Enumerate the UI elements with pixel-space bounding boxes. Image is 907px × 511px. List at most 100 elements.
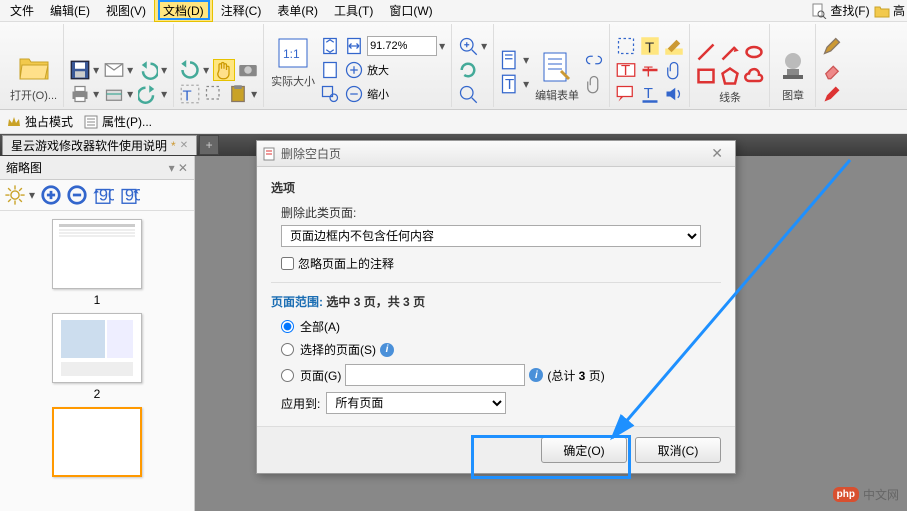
pencil-red-button[interactable] xyxy=(821,83,843,105)
link-button[interactable] xyxy=(583,49,605,71)
sound-button[interactable] xyxy=(663,83,685,105)
redo-dropdown[interactable]: ▾ xyxy=(161,87,169,101)
save-button[interactable] xyxy=(69,59,91,81)
menu-comments[interactable]: 注释(C) xyxy=(213,0,270,21)
select-button[interactable] xyxy=(203,83,225,105)
edit-form-button[interactable]: 编辑表单 xyxy=(533,49,581,105)
rect-button[interactable] xyxy=(695,65,717,87)
attach-file-button[interactable] xyxy=(663,59,685,81)
zoom-area-button[interactable] xyxy=(319,83,341,105)
undo-button[interactable] xyxy=(137,59,159,81)
actual-size-button[interactable]: 1:1 实际大小 xyxy=(269,35,317,91)
cloud-button[interactable] xyxy=(743,65,765,87)
menu-window[interactable]: 窗口(W) xyxy=(381,0,440,21)
eraser-button[interactable] xyxy=(821,59,843,81)
thumb-zoom-in-button[interactable] xyxy=(39,183,63,207)
ok-button[interactable]: 确定(O) xyxy=(541,437,627,463)
print-dropdown[interactable]: ▾ xyxy=(93,87,101,101)
menu-view[interactable]: 视图(V) xyxy=(98,0,154,21)
radio-all[interactable] xyxy=(281,320,294,333)
clipboard-button[interactable] xyxy=(227,83,249,105)
document-tab[interactable]: 星云游戏修改器软件使用说明 * ✕ xyxy=(2,135,197,155)
redo-button[interactable] xyxy=(137,83,159,105)
polygon-button[interactable] xyxy=(719,65,741,87)
add-tab-button[interactable]: + xyxy=(199,135,219,155)
menu-file[interactable]: 文件 xyxy=(2,0,42,21)
textbox-button[interactable]: T xyxy=(615,59,637,81)
thumb-options-button[interactable] xyxy=(3,183,27,207)
stamp-button[interactable]: 图章 xyxy=(775,49,811,105)
rotate-icon xyxy=(180,60,200,80)
thumbnail-page-1[interactable]: 1 xyxy=(42,219,152,307)
menu-document[interactable]: 文档(D) xyxy=(154,0,213,22)
save-dropdown[interactable]: ▾ xyxy=(93,63,101,77)
eraser-icon xyxy=(822,60,842,80)
apply-to-select[interactable]: 所有页面 xyxy=(326,392,506,414)
properties-button[interactable]: 属性(P)... xyxy=(83,113,152,130)
info-icon-2[interactable]: i xyxy=(529,368,543,382)
minus-circle-icon xyxy=(344,84,364,104)
zoom-out-button[interactable] xyxy=(343,83,365,105)
undo-dropdown[interactable]: ▾ xyxy=(161,63,169,77)
thumbnail-page-3[interactable] xyxy=(42,407,152,477)
menu-edit[interactable]: 编辑(E) xyxy=(42,0,98,21)
refresh-button[interactable] xyxy=(457,59,479,81)
tab-close-icon[interactable]: ✕ xyxy=(180,140,188,151)
menu-forms[interactable]: 表单(R) xyxy=(269,0,326,21)
one-to-one-icon: 1:1 xyxy=(277,37,309,69)
arrow-button[interactable] xyxy=(719,41,741,63)
fit-visible-button[interactable] xyxy=(319,59,341,81)
menu-high[interactable]: 高 xyxy=(874,2,905,20)
open-button[interactable]: 打开(O)... xyxy=(8,49,59,105)
panel-menu-icon[interactable]: ▾ ✕ xyxy=(169,161,188,175)
minus-circle-icon xyxy=(66,184,88,206)
callout-button[interactable] xyxy=(615,83,637,105)
delete-type-select[interactable]: 页面边框内不包含任何内容 xyxy=(281,225,701,247)
strikeout-button[interactable]: T xyxy=(639,59,661,81)
pages-input[interactable] xyxy=(345,364,525,386)
watermark-text: 中文网 xyxy=(863,486,899,503)
scan-button[interactable] xyxy=(103,83,125,105)
select-box-button[interactable] xyxy=(615,35,637,57)
arrow-icon xyxy=(720,42,740,62)
loupe-button[interactable] xyxy=(457,83,479,105)
paperclip-icon xyxy=(584,74,604,94)
scan-dropdown[interactable]: ▾ xyxy=(127,87,135,101)
thumbnail-page-2[interactable]: 2 xyxy=(42,313,152,401)
select-text-button[interactable]: T xyxy=(179,83,201,105)
fit-page-button[interactable] xyxy=(319,35,341,57)
cancel-button[interactable]: 取消(C) xyxy=(635,437,721,463)
doc-nav-button[interactable] xyxy=(499,49,521,71)
menu-find[interactable]: 查找(F) xyxy=(811,2,870,20)
line-button[interactable] xyxy=(695,41,717,63)
radio-pages[interactable] xyxy=(281,369,294,382)
zoom-in-button[interactable] xyxy=(343,59,365,81)
exclusive-mode-button[interactable]: 独占模式 xyxy=(6,113,73,130)
highlight-text-button[interactable]: T xyxy=(639,35,661,57)
highlight-t-icon: T xyxy=(640,36,660,56)
zoom-plus-button[interactable] xyxy=(457,35,479,57)
info-icon[interactable]: i xyxy=(380,343,394,357)
ignore-comments-checkbox[interactable] xyxy=(281,257,294,270)
pencil-button[interactable] xyxy=(821,35,843,57)
attach-button[interactable] xyxy=(583,73,605,95)
thumb-zoom-out-button[interactable] xyxy=(65,183,89,207)
apply-to-label: 应用到: xyxy=(281,395,320,412)
doc-text-button[interactable]: T xyxy=(499,73,521,95)
underline-button[interactable]: T xyxy=(639,83,661,105)
fit-width-button[interactable] xyxy=(343,35,365,57)
zoom-input[interactable] xyxy=(367,36,437,56)
ellipse-button[interactable] xyxy=(743,41,765,63)
highlight-button[interactable] xyxy=(663,35,685,57)
rotate-cw-button[interactable]: 90 xyxy=(117,183,141,207)
snapshot-button[interactable] xyxy=(237,59,259,81)
dialog-close-button[interactable]: ✕ xyxy=(705,145,729,162)
email-dropdown[interactable]: ▾ xyxy=(127,63,135,77)
rotate-view-button[interactable] xyxy=(179,59,201,81)
hand-tool-button[interactable] xyxy=(213,59,235,81)
radio-selected[interactable] xyxy=(281,343,294,356)
print-button[interactable] xyxy=(69,83,91,105)
rotate-ccw-button[interactable]: 90 xyxy=(91,183,115,207)
email-button[interactable] xyxy=(103,59,125,81)
menu-tools[interactable]: 工具(T) xyxy=(326,0,381,21)
